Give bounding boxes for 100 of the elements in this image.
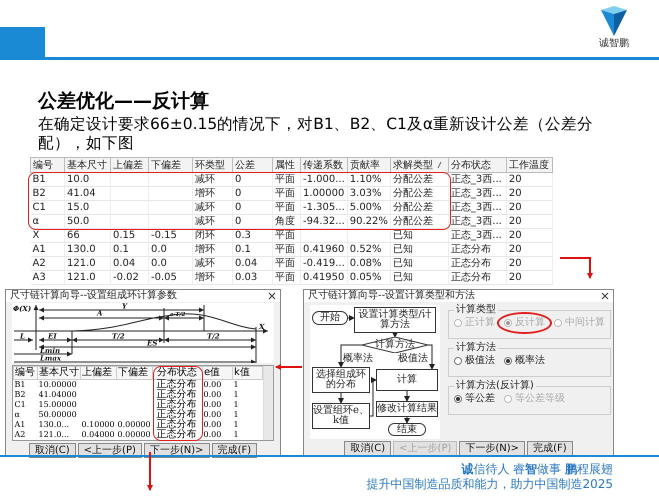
column-header[interactable]: 工作温度	[506, 158, 552, 172]
table-cell: -1.000...	[300, 172, 348, 186]
table-cell: 0.03	[232, 270, 272, 284]
table-cell: -0.419...	[300, 256, 348, 270]
column-header[interactable]: 上偏差	[80, 366, 116, 380]
table-cell: -94.32...	[300, 214, 348, 228]
table-cell-text: 0.00000	[116, 430, 152, 440]
terminal-node: 开始	[312, 311, 348, 325]
table-cell: 121.0	[64, 256, 110, 270]
column-header[interactable]: 属性	[272, 158, 300, 172]
table-cell: 0	[232, 200, 272, 214]
dimension-arrow	[14, 338, 34, 342]
table-cell: 减环	[192, 214, 232, 228]
table-cell: 0.41950	[300, 270, 348, 284]
table-cell: 分配公差	[390, 214, 448, 228]
table-cell: 15.0	[64, 200, 110, 214]
column-header[interactable]: 下偏差	[116, 366, 152, 380]
branch-label: 概率法	[343, 354, 373, 364]
connector-arrow	[338, 392, 344, 404]
group-label: 计算类型	[455, 305, 497, 315]
table-cell: B2	[30, 186, 64, 200]
column-header[interactable]: 传递系数	[300, 158, 348, 172]
column-header[interactable]: 公差	[232, 158, 272, 172]
table-cell: 0.52%	[347, 242, 390, 256]
table-cell: 10.0	[64, 172, 110, 186]
table-cell: α	[30, 214, 64, 228]
table-cell: 减环	[192, 256, 232, 270]
close-icon[interactable]	[601, 292, 609, 300]
table-cell: -0.02	[110, 270, 148, 284]
process-node: 设置计算类型/计算方法	[354, 307, 436, 333]
table-cell-text: 1	[232, 390, 240, 400]
cube-logo-icon	[599, 4, 629, 38]
table-cell: -1.305...	[300, 200, 348, 214]
table-cell-text: C1	[14, 400, 27, 410]
column-header[interactable]: 分布状态	[448, 158, 506, 172]
table-cell: 闭环	[192, 228, 232, 242]
table-cell: 20	[506, 186, 552, 200]
table-cell: 平面	[272, 200, 300, 214]
column-header[interactable]: 基本尺寸	[38, 366, 80, 380]
radio-button[interactable]: 等公差	[454, 393, 495, 405]
table-cell-text: α	[14, 410, 21, 420]
column-header[interactable]: 编号	[14, 366, 38, 380]
process-node: 选择组成环的分布	[312, 367, 370, 393]
dialog-button[interactable]: 下一步(N)>	[459, 441, 526, 456]
table-cell-text: 1	[232, 430, 240, 440]
table-cell: 0.08%	[347, 256, 390, 270]
table-cell: 20	[506, 172, 552, 186]
table-cell: A3	[30, 270, 64, 284]
connector-arrow	[404, 416, 410, 424]
column-header[interactable]: 基本尺寸	[64, 158, 110, 172]
dialog-title: 尺寸链计算向导--设置计算类型和方法	[308, 290, 476, 302]
table-cell: 1.10%	[347, 172, 390, 186]
table-cell: 已知	[390, 242, 448, 256]
table-cell: 平面	[272, 256, 300, 270]
table-cell-text: 正态分布	[156, 400, 198, 410]
table-cell-text: 0.00	[202, 390, 222, 400]
table-cell-text: 0.00	[202, 430, 222, 440]
column-header[interactable]: 求解类型	[390, 158, 448, 172]
table-cell: 0.05%	[347, 270, 390, 284]
table-cell: 0.00	[202, 380, 232, 390]
dialog-title: 尺寸链计算向导--设置组成环计算参数	[10, 290, 178, 302]
column-header[interactable]: 上偏差	[110, 158, 148, 172]
table-cell-text: A2	[14, 430, 26, 440]
table-cell-text: 0.00	[202, 420, 222, 430]
logo-text: 诚智鹏	[599, 38, 629, 50]
table-cell-text: 1	[232, 400, 240, 410]
column-header[interactable]: e值	[202, 366, 232, 380]
table-cell-text: 正态分布	[156, 430, 198, 440]
close-icon[interactable]	[268, 292, 276, 300]
table-cell: 0.41960	[300, 242, 348, 256]
dialog-button[interactable]: 取消(C)	[344, 441, 392, 456]
column-header[interactable]: 分布状态	[152, 366, 202, 380]
table-cell: X	[30, 228, 64, 242]
table-cell: 增环	[192, 242, 232, 256]
table-cell: 增环	[192, 270, 232, 284]
table-cell: 20	[506, 228, 552, 242]
table-cell: 分配公差	[390, 186, 448, 200]
process-node: 设置组环e、k值	[312, 403, 370, 429]
table-cell: 66	[64, 228, 110, 242]
column-header[interactable]: 环类型	[192, 158, 232, 172]
table-cell: 3.03%	[347, 186, 390, 200]
dialog-button[interactable]: 完成(F)	[527, 441, 573, 456]
radio-button[interactable]: 概率法	[504, 355, 545, 367]
table-cell: 平面	[272, 228, 300, 242]
connector-arrow	[370, 377, 377, 416]
table-cell: 0.0	[148, 256, 192, 270]
column-header[interactable]: k值	[232, 366, 262, 380]
table-cell: 平面	[272, 270, 300, 284]
column-header[interactable]: 下偏差	[148, 158, 192, 172]
table-cell: 0	[232, 214, 272, 228]
table-cell: 0.15	[110, 228, 148, 242]
radio-button[interactable]: 极值法	[454, 355, 495, 367]
scrollbar[interactable]	[263, 366, 273, 440]
column-header[interactable]: 编号	[30, 158, 64, 172]
table-cell-text: 0.04000	[80, 430, 116, 440]
connector-arrow	[428, 344, 435, 370]
column-header[interactable]: 贡献率	[347, 158, 390, 172]
table-cell: 正态分布	[448, 270, 506, 284]
dimension-arrow	[14, 352, 72, 356]
table-cell-text: 50.00000	[38, 410, 78, 420]
